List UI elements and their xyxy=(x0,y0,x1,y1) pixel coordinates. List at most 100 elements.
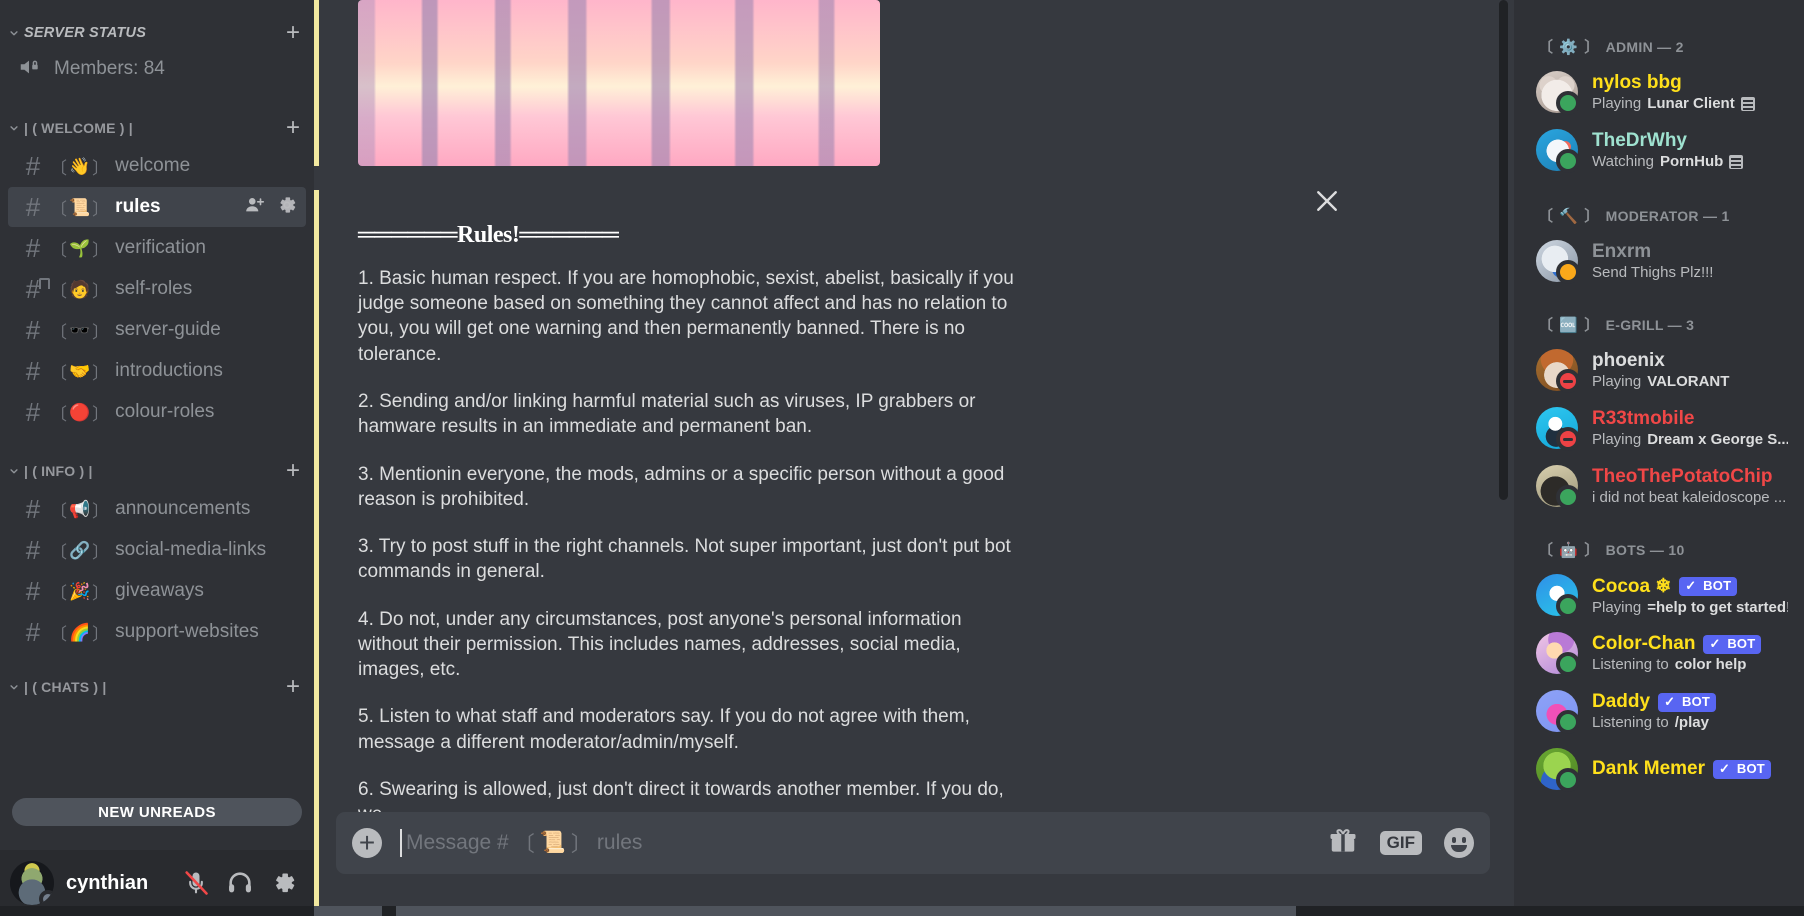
add-channel-button[interactable]: + xyxy=(278,116,300,140)
category-label: | ( WELCOME ) | xyxy=(24,120,133,136)
avatar[interactable] xyxy=(1536,71,1580,115)
member-row[interactable]: TheoThePotatoChip i did not beat kaleido… xyxy=(1520,457,1798,515)
channel-giveaways[interactable]: # 〔 🎉 〕 giveaways xyxy=(8,571,306,611)
channel-list[interactable]: SERVER STATUS + Members: 84 | ( WELCOME … xyxy=(0,0,314,850)
hash-icon: # xyxy=(25,315,41,345)
avatar[interactable] xyxy=(1536,690,1580,734)
message-input[interactable]: Message # 〔 📜 〕 rules GIF xyxy=(336,812,1490,874)
plus-icon[interactable] xyxy=(352,828,382,858)
microphone-muted-icon[interactable] xyxy=(182,869,210,897)
avatar[interactable] xyxy=(1536,240,1580,284)
member-name: R33tmobile xyxy=(1592,408,1695,429)
gif-button[interactable]: GIF xyxy=(1379,831,1422,855)
bot-badge-label: BOT xyxy=(1736,761,1765,776)
bot-badge: ✓ BOT xyxy=(1703,634,1762,654)
group-label: E-GRILL — 3 xyxy=(1605,316,1695,333)
avatar[interactable] xyxy=(10,861,54,905)
gear-icon[interactable] xyxy=(270,869,298,897)
new-unreads-banner[interactable]: NEW UNREADS xyxy=(12,798,302,826)
rule-paragraph: 3. Try to post stuff in the right channe… xyxy=(358,536,1011,583)
group-label: MODERATOR — 1 xyxy=(1605,207,1730,224)
hash-icon: # xyxy=(25,233,41,263)
chevron-down-icon xyxy=(6,120,22,136)
channel-name: verification xyxy=(115,237,206,258)
edit-channel-gear-icon[interactable] xyxy=(276,194,298,221)
status-indicator xyxy=(1556,369,1580,393)
avatar[interactable] xyxy=(1536,574,1580,618)
category-welcome[interactable]: | ( WELCOME ) | + xyxy=(0,111,314,145)
member-activity: i did not beat kaleidoscope ... xyxy=(1592,489,1788,506)
category-label: SERVER STATUS xyxy=(24,25,147,41)
bracket-left: 〔 xyxy=(513,833,535,856)
hash-icon: # xyxy=(25,576,41,606)
member-row[interactable]: R33tmobile Playing Dream x George S... xyxy=(1520,399,1798,457)
avatar[interactable] xyxy=(1536,407,1580,451)
avatar[interactable] xyxy=(1536,465,1580,509)
member-row[interactable]: Color-Chan ✓ BOT Listening to color help xyxy=(1520,624,1798,682)
category-info[interactable]: | ( INFO ) | + xyxy=(0,454,314,488)
channel-welcome[interactable]: # 〔 👋 〕 welcome xyxy=(8,146,306,186)
gift-icon[interactable] xyxy=(1328,826,1358,861)
category-label: | ( INFO ) | xyxy=(24,463,93,479)
add-channel-button[interactable]: + xyxy=(278,21,300,45)
embedded-image[interactable] xyxy=(358,0,880,166)
channel-name: welcome xyxy=(115,155,191,176)
avatar[interactable] xyxy=(1536,349,1580,393)
bracket-left: 〔 xyxy=(50,158,67,178)
channel-name: introductions xyxy=(115,360,223,381)
member-row[interactable]: Daddy ✓ BOT Listening to /play xyxy=(1520,682,1798,740)
category-chats[interactable]: | ( CHATS ) | + xyxy=(0,670,314,704)
member-row[interactable]: nylos bbg Playing Lunar Client xyxy=(1520,63,1798,121)
add-channel-button[interactable]: + xyxy=(278,675,300,699)
member-group-bots: 〔 🤖 〕 BOTS — 10 xyxy=(1514,539,1804,566)
group-emoji: 🔨 xyxy=(1559,207,1579,225)
bot-name: Cocoa ❄ xyxy=(1592,575,1672,597)
rules-title: ══════Rules!══════ xyxy=(358,222,619,248)
status-indicator xyxy=(1556,149,1580,173)
member-list[interactable]: 〔 ⚙️ 〕 ADMIN — 2 nylos bbg Playing Lunar… xyxy=(1514,0,1804,916)
channel-support-websites[interactable]: # 〔 🌈 〕 support-websites xyxy=(8,612,306,652)
member-group-egrill: 〔 🆒 〕 E-GRILL — 3 xyxy=(1514,314,1804,341)
add-channel-button[interactable]: + xyxy=(278,459,300,483)
avatar[interactable] xyxy=(1536,632,1580,676)
create-invite-icon[interactable] xyxy=(244,194,266,221)
channel-social-media-links[interactable]: # 〔 🔗 〕 social-media-links xyxy=(8,530,306,570)
channel-emoji: 🎉 xyxy=(69,581,91,601)
activity-prefix: Playing xyxy=(1592,373,1642,390)
avatar[interactable] xyxy=(1536,748,1580,792)
channel-self-roles[interactable]: # 〔 🧑 〕 self-roles xyxy=(8,269,306,309)
channel-verification[interactable]: # 〔 🌱 〕 verification xyxy=(8,228,306,268)
channel-server-guide[interactable]: # 〔 🕶️ 〕 server-guide xyxy=(8,310,306,350)
channel-rules[interactable]: # 〔 📜 〕 rules xyxy=(8,187,306,227)
member-activity: Watching PornHub xyxy=(1592,153,1788,170)
channel-name: giveaways xyxy=(115,580,204,601)
bot-badge: ✓ BOT xyxy=(1679,576,1738,596)
headset-icon[interactable] xyxy=(226,869,254,897)
category-server-status[interactable]: SERVER STATUS + xyxy=(0,16,314,50)
message-scroll-area[interactable]: ══════Rules!══════ 1. Basic human respec… xyxy=(314,0,1514,916)
close-icon[interactable] xyxy=(1312,186,1342,216)
member-activity: Listening to /play xyxy=(1592,714,1788,731)
member-row[interactable]: Enxrm Send Thighs Plz!!! xyxy=(1520,232,1798,290)
voice-channel-members[interactable]: Members: 84 xyxy=(8,51,306,87)
channel-announcements[interactable]: # 〔 📢 〕 announcements xyxy=(8,489,306,529)
member-row[interactable]: Dank Memer ✓ BOT xyxy=(1520,740,1798,798)
bracket-right: 〕 xyxy=(92,501,110,521)
member-group-admin: 〔 ⚙️ 〕 ADMIN — 2 xyxy=(1514,36,1804,63)
channel-colour-roles[interactable]: # 〔 🔴 〕 colour-roles xyxy=(8,392,306,432)
member-row[interactable]: phoenix Playing VALORANT xyxy=(1520,341,1798,399)
rules-message-block: ══════Rules!══════ 1. Basic human respec… xyxy=(314,190,1514,916)
activity-prefix: Playing xyxy=(1592,431,1642,448)
channel-emoji: 🌱 xyxy=(69,238,91,258)
main-scrollbar[interactable] xyxy=(1499,0,1508,916)
emoji-icon[interactable] xyxy=(1444,828,1474,858)
avatar[interactable] xyxy=(1536,129,1580,173)
member-row[interactable]: TheDrWhy Watching PornHub xyxy=(1520,121,1798,179)
channel-introductions[interactable]: # 〔 🤝 〕 introductions xyxy=(8,351,306,391)
bracket-left: 〔 xyxy=(50,199,67,219)
bracket-right: 〕 xyxy=(1584,208,1600,225)
bracket-left: 〔 xyxy=(1538,39,1554,56)
member-row[interactable]: Cocoa ❄ ✓ BOT Playing =help to get start… xyxy=(1520,566,1798,624)
scrollbar-thumb[interactable] xyxy=(1499,0,1508,500)
member-name: Cocoa ❄ ✓ BOT xyxy=(1592,575,1788,598)
